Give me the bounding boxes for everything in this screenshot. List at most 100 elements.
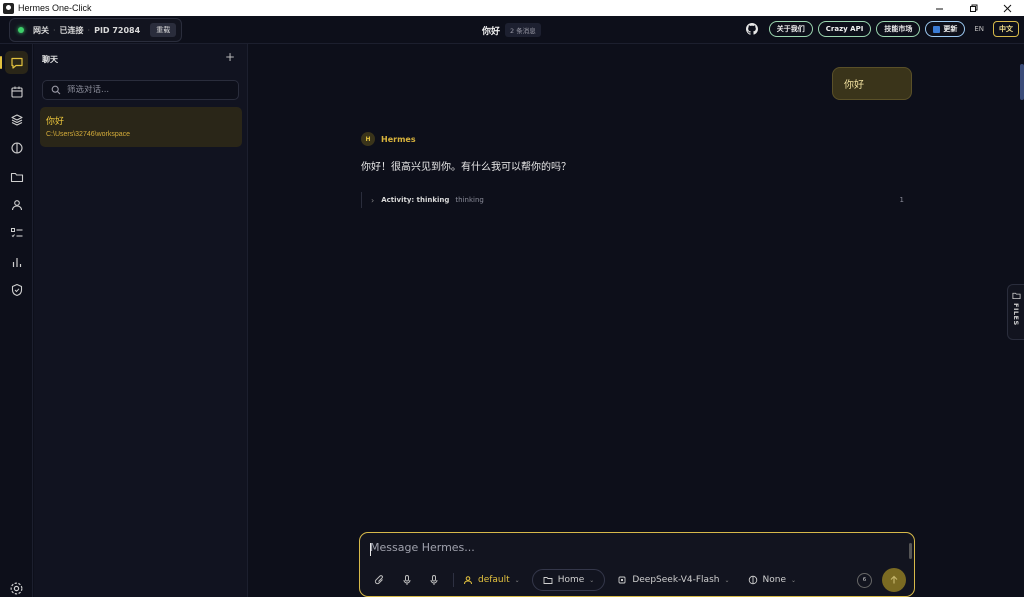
minimize-icon [935, 8, 943, 9]
update-label: 更新 [943, 25, 958, 33]
window-titlebar: Hermes One-Click [0, 0, 1024, 16]
reload-button[interactable]: 重载 [150, 23, 177, 37]
conversation-sidebar: 聊天 + 你好 C:\Users\32746\workspace [34, 44, 248, 597]
agent-header: H Hermes [361, 132, 416, 146]
rail-security[interactable] [5, 278, 28, 301]
rail-layers[interactable] [5, 108, 28, 131]
connection-dot-icon [18, 27, 24, 33]
rail-folder[interactable] [5, 165, 28, 188]
workspace-name: Home [557, 575, 585, 585]
chevron-right-icon: › [371, 195, 375, 205]
minimize-button[interactable] [922, 0, 956, 16]
paperclip-icon [374, 575, 383, 585]
layers-icon [10, 113, 23, 126]
workspace-selector[interactable]: Home ⌄ [531, 569, 606, 591]
nav-rail [0, 44, 33, 597]
brain-icon [10, 141, 23, 154]
search-icon [51, 85, 61, 95]
user-icon [11, 199, 22, 210]
chevron-down-icon: ⌄ [514, 576, 520, 584]
folder-icon [10, 172, 23, 182]
new-chat-button[interactable]: + [225, 50, 235, 64]
app-logo-icon [3, 2, 14, 14]
message-composer: default ⌄ Home ⌄ DeepSeek-V4-Flash ⌄ Non… [359, 532, 915, 597]
activity-label: Activity: thinking [381, 196, 450, 204]
microphone-icon [403, 575, 411, 585]
reasoning-selector[interactable]: None ⌄ [748, 575, 797, 585]
arrow-up-icon [890, 575, 898, 584]
restore-icon [969, 4, 977, 12]
user-message-bubble: 你好 [832, 67, 912, 100]
conversation-item[interactable]: 你好 C:\Users\32746\workspace [40, 107, 242, 147]
files-panel-toggle[interactable]: FILES [1007, 284, 1024, 340]
reasoning-level: None [762, 575, 786, 585]
context-usage-indicator: 6 [857, 572, 872, 588]
gateway-pid: PID 72084 [94, 25, 141, 35]
files-tab-label: FILES [1012, 303, 1020, 326]
chat-scrollbar[interactable] [1020, 64, 1024, 100]
microphone-wave-icon [430, 575, 438, 585]
skill-market-link[interactable]: 技能市场 [876, 21, 921, 37]
rail-user[interactable] [5, 193, 28, 216]
activity-value: thinking [455, 196, 484, 204]
profile-selector[interactable]: default ⌄ [463, 575, 520, 585]
gateway-label: 网关 [33, 25, 49, 35]
crazy-api-link[interactable]: Crazy API [817, 21, 872, 37]
bar-chart-icon [12, 257, 21, 267]
calendar-icon [10, 86, 23, 98]
chevron-down-icon: ⌄ [790, 576, 797, 584]
maximize-button[interactable] [956, 0, 990, 16]
rail-chat[interactable] [0, 51, 28, 74]
github-icon[interactable] [745, 23, 758, 35]
model-name: DeepSeek-V4-Flash [632, 575, 720, 585]
brain-icon [748, 575, 757, 585]
rail-tasks[interactable] [5, 221, 28, 244]
search-input[interactable] [67, 85, 227, 95]
folder-icon [1011, 292, 1021, 300]
rail-calendar[interactable] [5, 80, 28, 103]
chip-icon [618, 576, 626, 584]
composer-toolbar: default ⌄ Home ⌄ DeepSeek-V4-Flash ⌄ Non… [372, 568, 906, 592]
checklist-icon [10, 227, 22, 237]
window-title: Hermes One-Click [18, 3, 92, 13]
app-header: 网关 · 已连接 · PID 72084 重载 你好 2 条消息 关于我们 Cr… [0, 16, 1024, 44]
conversation-path: C:\Users\32746\workspace [46, 131, 131, 138]
voice-mode-button[interactable] [426, 572, 442, 588]
chat-title: 你好 [482, 26, 501, 37]
activity-row[interactable]: › Activity: thinking thinking 1 [361, 192, 904, 208]
gateway-status: 网关 · 已连接 · PID 72084 重载 [9, 18, 182, 42]
composer-scrollbar[interactable] [909, 543, 912, 559]
conversation-search[interactable] [42, 80, 239, 100]
chat-main: 你好 H Hermes 你好！很高兴见到你。有什么我可以帮你的吗？ › Acti… [249, 44, 1024, 597]
chat-header: 你好 2 条消息 [482, 23, 541, 37]
update-button[interactable]: 更新 [925, 21, 966, 37]
chat-icon [10, 57, 23, 69]
message-count-badge: 2 条消息 [505, 23, 541, 37]
voice-input-button[interactable] [399, 572, 415, 588]
rail-model[interactable] [5, 136, 28, 159]
close-icon [1003, 4, 1011, 12]
settings-gear-icon[interactable] [9, 581, 24, 596]
send-button[interactable] [882, 568, 906, 592]
model-selector[interactable]: DeepSeek-V4-Flash ⌄ [617, 575, 730, 585]
rail-stats[interactable] [5, 250, 28, 273]
close-window-button[interactable] [990, 0, 1024, 16]
folder-icon [543, 577, 553, 584]
activity-count: 1 [899, 196, 904, 204]
user-icon [464, 576, 472, 585]
attach-button[interactable] [372, 572, 388, 588]
profile-name: default [478, 575, 510, 585]
message-input[interactable] [370, 541, 890, 559]
agent-reply: 你好！很高兴见到你。有什么我可以帮你的吗？ [361, 162, 571, 173]
lang-en-button[interactable]: EN [970, 25, 988, 33]
about-us-link[interactable]: 关于我们 [768, 21, 813, 37]
text-caret [370, 543, 371, 556]
conversation-title: 你好 [46, 117, 65, 127]
chevron-down-icon: ⌄ [589, 576, 595, 584]
update-icon [933, 25, 941, 33]
agent-name: Hermes [381, 134, 416, 144]
gateway-connected: 已连接 [59, 25, 84, 35]
shield-icon [11, 283, 22, 296]
lang-zh-button[interactable]: 中文 [993, 21, 1019, 37]
agent-avatar: H [361, 132, 375, 146]
